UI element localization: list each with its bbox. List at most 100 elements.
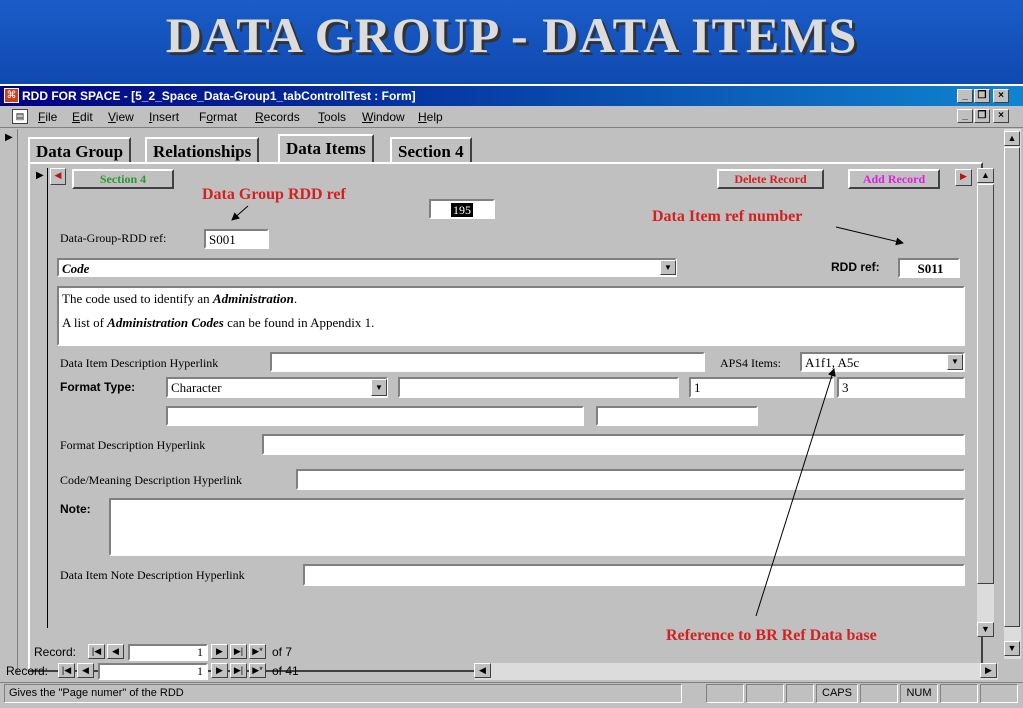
status-cell-3 — [786, 684, 814, 703]
format-type-dropdown-icon[interactable]: ▼ — [371, 379, 387, 396]
slide-title-band: DATA GROUP - DATA ITEMS — [0, 0, 1023, 84]
note-hyperlink-field[interactable] — [303, 564, 965, 586]
page-number-field[interactable]: 195 — [429, 199, 495, 219]
doc-restore-icon[interactable]: ❐ — [974, 109, 990, 123]
status-cell-6 — [980, 684, 1018, 703]
desc-hyperlink-field[interactable] — [270, 352, 705, 372]
data-items-panel: ▶ ◀ Section 4 Data Group RDD ref 195 Del… — [28, 162, 994, 672]
annotation-reference-br: Reference to BR Ref Data base — [666, 627, 877, 644]
outer-next-record-icon[interactable]: ▶ — [211, 663, 228, 678]
horizontal-scrollbar[interactable]: ◀ ▶ — [474, 663, 998, 680]
rdd-ref-field[interactable]: S011 — [898, 258, 960, 278]
minimize-icon[interactable]: _ — [957, 89, 973, 103]
doc-minimize-icon[interactable]: _ — [957, 109, 973, 123]
scroll-left-icon[interactable]: ◀ — [474, 663, 491, 678]
inner-record-count: of 7 — [272, 645, 293, 659]
inner-last-record-icon[interactable]: ▶| — [230, 644, 247, 659]
num-indicator: NUM — [900, 684, 938, 703]
section-4-button[interactable]: Section 4 — [72, 169, 174, 189]
menu-tools[interactable]: Tools — [318, 106, 346, 128]
format-type-label: Format Type: — [60, 380, 136, 394]
outer-record-navigator: Record: |◀ ◀ 1 ▶ ▶| ▶* of 41 ◀ ▶ — [6, 662, 1021, 680]
page-number-value: 195 — [451, 203, 473, 217]
tab-strip: Data Group Relationships Data Items Sect… — [28, 134, 628, 165]
menu-window[interactable]: Window — [362, 106, 405, 128]
desc-hyperlink-label: Data Item Description Hyperlink — [60, 356, 219, 370]
inner-record-number[interactable]: 1 — [128, 644, 208, 661]
format-desc-hyperlink-field[interactable] — [262, 434, 965, 455]
window-titlebar[interactable]: RDD FOR SPACE - [5_2_Space_Data-Group1_t… — [0, 86, 1023, 106]
aps4-dropdown-icon[interactable]: ▼ — [947, 354, 963, 370]
slide-title: DATA GROUP - DATA ITEMS — [165, 7, 858, 63]
format-field-2[interactable] — [166, 406, 584, 426]
inner-record-label: Record: — [34, 645, 77, 659]
tab-data-items[interactable]: Data Items — [278, 134, 374, 165]
format-min-field[interactable]: 1 — [689, 377, 834, 398]
description-textarea[interactable]: The code used to identify an Administrat… — [57, 286, 965, 346]
outer-vertical-scrollbar[interactable]: ▲ ▼ — [1004, 129, 1021, 659]
tab-relationships[interactable]: Relationships — [145, 137, 260, 165]
menu-records[interactable]: Records — [255, 106, 300, 128]
inner-new-record-icon[interactable]: ▶* — [249, 644, 266, 659]
aps4-items-combo[interactable]: A1f1, A5c — [800, 352, 965, 372]
outer-last-record-icon[interactable]: ▶| — [230, 663, 247, 678]
menu-view[interactable]: View — [108, 106, 134, 128]
inner-record-selector[interactable]: ▶ — [32, 168, 48, 628]
scroll-right-icon[interactable]: ▶ — [980, 663, 997, 678]
delete-record-button[interactable]: Delete Record — [717, 169, 824, 189]
outer-new-record-icon[interactable]: ▶* — [249, 663, 266, 678]
inner-scroll-up-icon[interactable]: ▲ — [977, 168, 994, 183]
outer-record-label: Record: — [6, 664, 49, 678]
inner-scroll-down-icon[interactable]: ▼ — [977, 622, 994, 637]
inner-current-record-icon: ▶ — [36, 170, 44, 181]
format-field-3[interactable] — [596, 406, 758, 426]
inner-scroll-thumb[interactable] — [977, 184, 994, 584]
code-meaning-hyperlink-label: Code/Meaning Description Hyperlink — [60, 473, 242, 487]
data-group-rdd-ref-field[interactable]: S001 — [204, 229, 269, 249]
prev-section-icon[interactable]: ◀ — [50, 168, 66, 185]
add-record-button[interactable]: Add Record — [848, 169, 940, 189]
restore-icon[interactable]: ❐ — [974, 89, 990, 103]
description-line-1: The code used to identify an Administrat… — [62, 291, 298, 306]
inner-next-record-icon[interactable]: ▶ — [211, 644, 228, 659]
menu-insert[interactable]: Insert — [149, 106, 179, 128]
menu-file[interactable]: File — [38, 106, 57, 128]
close-icon[interactable]: × — [993, 89, 1009, 103]
doc-close-icon[interactable]: × — [993, 109, 1009, 123]
inner-vertical-scrollbar[interactable]: ▲ ▼ — [977, 168, 994, 637]
status-cell-1 — [706, 684, 744, 703]
format-desc-hyperlink-label: Format Description Hyperlink — [60, 438, 206, 452]
code-dropdown-icon[interactable]: ▼ — [660, 260, 676, 275]
status-cell-5 — [940, 684, 978, 703]
window-title: RDD FOR SPACE - [5_2_Space_Data-Group1_t… — [22, 89, 416, 103]
format-extra-field[interactable] — [398, 377, 679, 398]
scroll-down-icon[interactable]: ▼ — [1004, 641, 1020, 656]
scroll-thumb[interactable] — [1004, 147, 1020, 627]
next-section-icon[interactable]: ▶ — [955, 169, 972, 186]
description-line-2: A list of Administration Codes can be fo… — [62, 315, 375, 330]
outer-prev-record-icon[interactable]: ◀ — [77, 663, 94, 678]
note-textarea[interactable] — [109, 498, 965, 556]
format-type-combo[interactable]: Character — [166, 377, 388, 398]
format-max-field[interactable]: 3 — [837, 377, 965, 398]
menu-format[interactable]: Format — [199, 106, 237, 128]
record-selector[interactable]: ▶ — [0, 129, 18, 674]
status-cell-4 — [860, 684, 898, 703]
access-app-icon[interactable]: ⌘ — [4, 88, 19, 103]
form-control-icon[interactable]: ▤ — [12, 109, 28, 124]
scroll-up-icon[interactable]: ▲ — [1004, 131, 1020, 146]
inner-first-record-icon[interactable]: |◀ — [88, 644, 105, 659]
code-combo[interactable]: Code — [57, 258, 677, 277]
outer-record-number[interactable]: 1 — [98, 663, 208, 680]
outer-first-record-icon[interactable]: |◀ — [58, 663, 75, 678]
note-hyperlink-label: Data Item Note Description Hyperlink — [60, 568, 245, 582]
note-label: Note: — [60, 502, 91, 516]
code-meaning-hyperlink-field[interactable] — [296, 469, 965, 490]
menu-edit[interactable]: Edit — [72, 106, 93, 128]
tab-section-4[interactable]: Section 4 — [390, 137, 472, 165]
inner-prev-record-icon[interactable]: ◀ — [107, 644, 124, 659]
caps-indicator: CAPS — [816, 684, 858, 703]
menu-help[interactable]: Help — [418, 106, 443, 128]
tab-data-group[interactable]: Data Group — [28, 137, 132, 165]
annotation-data-item-ref-number: Data Item ref number — [652, 208, 803, 225]
